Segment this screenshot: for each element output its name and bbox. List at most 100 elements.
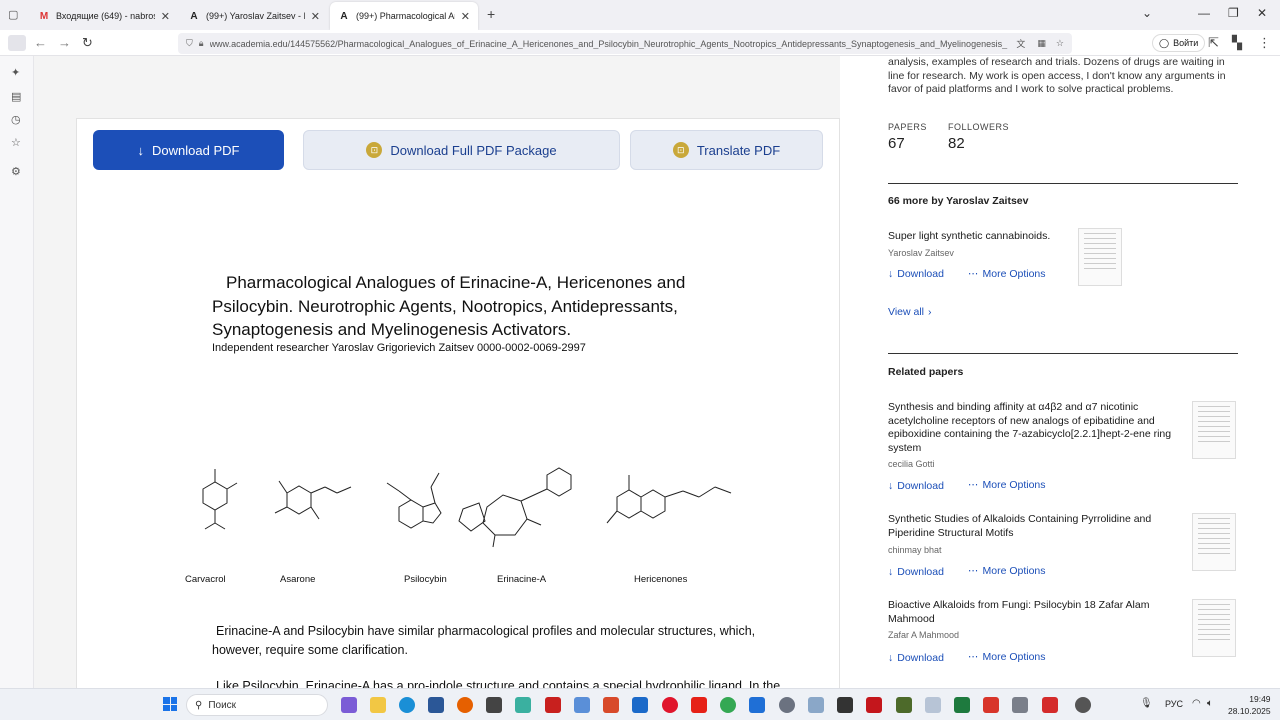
more-options-link[interactable]: ⋯ More Options [968, 268, 1046, 280]
related-paper-author[interactable]: Zafar A Mahmood [888, 630, 959, 640]
reading-list-icon[interactable]: ▤ [11, 90, 21, 103]
download-link[interactable]: ↓ Download [888, 268, 944, 280]
system-clock[interactable]: 19:49 28.10.2025 [1228, 693, 1271, 717]
download-package-button[interactable]: ⊡ Download Full PDF Package [303, 130, 620, 170]
tab-gmail[interactable]: M Входящие (649) - nabrosovnal ✕ [30, 4, 178, 28]
microphone-icon[interactable]: 🎙︎ [1140, 698, 1153, 709]
file-explorer-icon[interactable] [370, 697, 386, 713]
related-paper-title[interactable]: Synthesis and binding affinity at α4β2 a… [888, 401, 1178, 455]
app-icon[interactable] [837, 697, 853, 713]
papers-stat-value: 67 [888, 135, 905, 152]
browser-nav-bar: ← → ↻ ⛉ 🔒︎ www.academia.edu/144575562/Ph… [0, 30, 1280, 56]
paper-thumbnail[interactable] [1192, 599, 1236, 657]
browser-sidebar: ✦ ▤ ◷ ☆ ⚙ [0, 56, 34, 688]
translate-icon[interactable]: 文 [1016, 37, 1025, 50]
more-options-label: More Options [982, 479, 1046, 491]
download-label: Download [897, 652, 944, 664]
apps-grid-icon[interactable]: ▦ [1037, 38, 1046, 49]
wifi-icon[interactable]: ◠ [1192, 698, 1201, 709]
chrome-icon[interactable] [720, 697, 736, 713]
app-icon[interactable] [983, 697, 999, 713]
tab-list-chevron-icon[interactable]: ⌄ [1142, 6, 1152, 20]
start-windows-icon[interactable] [163, 697, 177, 711]
back-arrow-icon[interactable]: ← [34, 35, 47, 50]
paper-thumbnail[interactable] [1078, 228, 1122, 286]
app-icon[interactable] [808, 697, 824, 713]
app-icon[interactable] [1075, 697, 1091, 713]
related-paper-title[interactable]: Bioactive Alkaloids from Fungi: Psilocyb… [888, 599, 1178, 626]
more-paper-title[interactable]: Super light synthetic cannabinoids. [888, 230, 1178, 244]
ellipsis-icon: ⋯ [968, 651, 979, 663]
document-viewer: ↓ Download PDF ⊡ Download Full PDF Packa… [76, 118, 840, 688]
minimize-icon[interactable]: — [1198, 6, 1210, 20]
sign-in-button[interactable]: ◯ Войти [1152, 34, 1206, 52]
volume-icon[interactable]: 🔈︎ [1207, 698, 1213, 709]
app-icon[interactable] [954, 697, 970, 713]
settings-gear-icon[interactable]: ⚙ [11, 165, 21, 178]
youtube-icon[interactable] [691, 697, 707, 713]
download-link[interactable]: ↓ Download [888, 480, 944, 492]
menu-icon[interactable]: ⋮ [1258, 35, 1271, 51]
related-paper-author[interactable]: chinmay bhat [888, 545, 942, 555]
download-link[interactable]: ↓ Download [888, 652, 944, 664]
bookmark-star-icon[interactable]: ☆ [1056, 38, 1064, 49]
related-paper-title[interactable]: Synthetic Studies of Alkaloids Containin… [888, 513, 1178, 540]
app-icon[interactable] [1012, 697, 1028, 713]
app-icon[interactable] [1042, 697, 1058, 713]
close-tab-icon[interactable]: ✕ [311, 10, 320, 23]
tab-paper[interactable]: A (99+) Pharmacological Analogu ✕ [330, 2, 478, 30]
app-icon[interactable] [515, 697, 531, 713]
related-paper-author[interactable]: cecilia Gotti [888, 459, 935, 469]
more-paper-author[interactable]: Yaroslav Zaitsev [888, 248, 954, 258]
download-arrow-icon: ↓ [888, 566, 894, 578]
close-window-icon[interactable]: ✕ [1257, 6, 1267, 20]
history-icon[interactable]: ◷ [11, 113, 21, 126]
windows-taskbar: ⚲ Поиск 🎙︎ РУС ◠ 🔈︎ 19:49 28.10.2025 [0, 688, 1280, 720]
download-pdf-button[interactable]: ↓ Download PDF [93, 130, 284, 170]
paper-thumbnail[interactable] [1192, 513, 1236, 571]
acrobat-icon[interactable] [866, 697, 882, 713]
store-icon[interactable] [428, 697, 444, 713]
view-all-link[interactable]: View all › [888, 306, 932, 318]
opera-icon[interactable] [662, 697, 678, 713]
paper-author-line: Independent researcher Yaroslav Grigorie… [212, 342, 586, 354]
author-bio: analysis, examples of research and trial… [888, 56, 1226, 95]
address-bar[interactable]: ⛉ 🔒︎ www.academia.edu/144575562/Pharmaco… [178, 33, 1072, 54]
app-icon[interactable] [896, 697, 912, 713]
gmail-icon: M [39, 10, 49, 22]
restore-icon[interactable]: ❐ [1228, 6, 1239, 20]
input-language-indicator[interactable]: РУС [1165, 699, 1183, 709]
app-icon[interactable] [574, 697, 590, 713]
app-icon[interactable] [925, 697, 941, 713]
app-icon[interactable] [545, 697, 561, 713]
app-icon[interactable] [486, 697, 502, 713]
tab-profile[interactable]: A (99+) Yaroslav Zaitsev - Indepe ✕ [180, 4, 328, 28]
app-icon[interactable] [603, 697, 619, 713]
more-options-link[interactable]: ⋯ More Options [968, 651, 1046, 663]
paper-thumbnail[interactable] [1192, 401, 1236, 459]
copilot-icon[interactable] [341, 697, 357, 713]
app-icon[interactable] [632, 697, 648, 713]
shield-icon: ⛉ [186, 38, 193, 48]
firefox-icon[interactable] [457, 697, 473, 713]
extensions-icon[interactable]: ⇱ [1208, 35, 1219, 51]
reload-icon[interactable]: ↻ [82, 35, 93, 51]
close-tab-icon[interactable]: ✕ [461, 10, 470, 23]
download-arrow-icon: ↓ [888, 480, 894, 492]
edge-icon[interactable] [399, 697, 415, 713]
favorites-icon[interactable]: ☆ [11, 136, 21, 149]
close-tab-icon[interactable]: ✕ [161, 10, 170, 23]
collections-icon[interactable]: ▚ [1232, 35, 1242, 51]
forward-arrow-icon[interactable]: → [58, 35, 71, 50]
more-options-link[interactable]: ⋯ More Options [968, 479, 1046, 491]
more-options-link[interactable]: ⋯ More Options [968, 565, 1046, 577]
tab-overview-icon[interactable]: ▢ [8, 8, 18, 21]
app-icon[interactable] [749, 697, 765, 713]
settings-icon[interactable] [779, 697, 795, 713]
translate-pdf-button[interactable]: ⊡ Translate PDF [630, 130, 823, 170]
new-tab-icon[interactable]: + [487, 6, 495, 22]
taskbar-search-input[interactable]: ⚲ Поиск [186, 694, 328, 716]
sparkle-icon[interactable]: ✦ [11, 66, 20, 79]
sidebar-toggle-icon[interactable] [8, 35, 26, 51]
download-link[interactable]: ↓ Download [888, 566, 944, 578]
